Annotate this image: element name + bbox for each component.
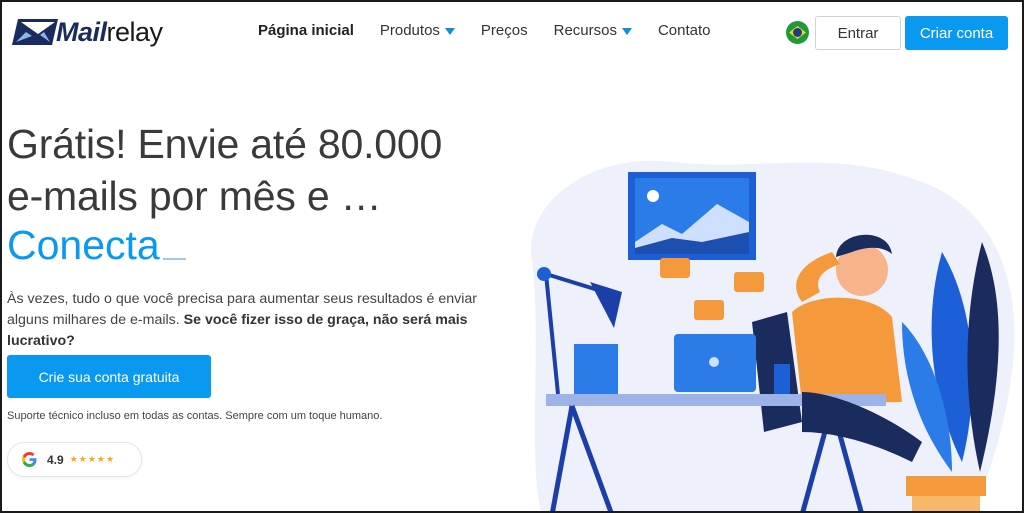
mailrelay-logo[interactable]: Mailrelay	[12, 12, 172, 52]
laptop-logo	[709, 357, 719, 367]
brazil-flag-icon[interactable]	[786, 21, 809, 44]
hero-headline: Grátis! Envie até 80.000 e-mails por mês…	[7, 118, 442, 222]
page: Mailrelay Página inicial Produtos Preços…	[0, 0, 1024, 513]
rating-value: 4.9	[47, 452, 64, 467]
hero-description: Às vezes, tudo o que você precisa para a…	[7, 289, 517, 352]
nav-item-contact[interactable]: Contato	[658, 22, 711, 39]
cup	[774, 364, 790, 394]
headline-line-1: Grátis! Envie até 80.000	[7, 121, 443, 167]
support-note: Suporte técnico incluso em todas as cont…	[7, 410, 383, 422]
nav-item-label: Contato	[657, 22, 711, 39]
chat-bubble	[734, 272, 764, 292]
nav-item-products[interactable]: Produtos	[380, 22, 455, 39]
main-nav: Página inicial Produtos Preços Recursos …	[258, 22, 737, 39]
monitor	[574, 344, 618, 394]
chat-bubble	[660, 258, 690, 278]
nav-item-label: Produtos	[379, 22, 440, 39]
picture-sun	[647, 190, 659, 202]
typing-cursor	[162, 258, 186, 260]
google-rating-badge[interactable]: 4.9 ★★★★★	[7, 442, 142, 477]
person-shirt	[792, 297, 902, 404]
flag-circle	[793, 28, 802, 37]
lamp-joint	[537, 267, 551, 281]
caret-down-icon	[444, 27, 455, 35]
create-free-account-button[interactable]: Crie sua conta gratuita	[7, 355, 211, 398]
chat-bubble	[694, 300, 724, 320]
nav-item-label: Página inicial	[258, 22, 354, 39]
rating-stars: ★★★★★	[69, 454, 116, 464]
login-button[interactable]: Entrar	[815, 16, 901, 50]
envelope-logo-icon	[12, 19, 58, 45]
site-header: Mailrelay Página inicial Produtos Preços…	[2, 2, 1022, 64]
nav-item-home[interactable]: Página inicial	[258, 22, 354, 39]
nav-item-resources[interactable]: Recursos	[554, 22, 632, 39]
typed-word: Conecta	[7, 222, 160, 268]
headline-line-2: e-mails por mês e …	[7, 173, 382, 219]
typed-text: Conecta	[7, 222, 186, 268]
nav-item-label: Recursos	[553, 22, 617, 39]
logo-word-bold: Mail	[56, 16, 107, 47]
caret-down-icon	[621, 27, 632, 35]
plant-pot	[906, 476, 986, 496]
google-icon	[22, 452, 37, 467]
nav-item-prices[interactable]: Preços	[481, 22, 528, 39]
signup-button[interactable]: Criar conta	[905, 16, 1008, 50]
plant-pot-base	[912, 496, 980, 511]
logo-word-rest: relay	[106, 16, 164, 47]
hero-illustration	[531, 160, 1015, 511]
nav-item-label: Preços	[480, 22, 528, 39]
logo-wordmark: Mailrelay	[56, 17, 163, 48]
